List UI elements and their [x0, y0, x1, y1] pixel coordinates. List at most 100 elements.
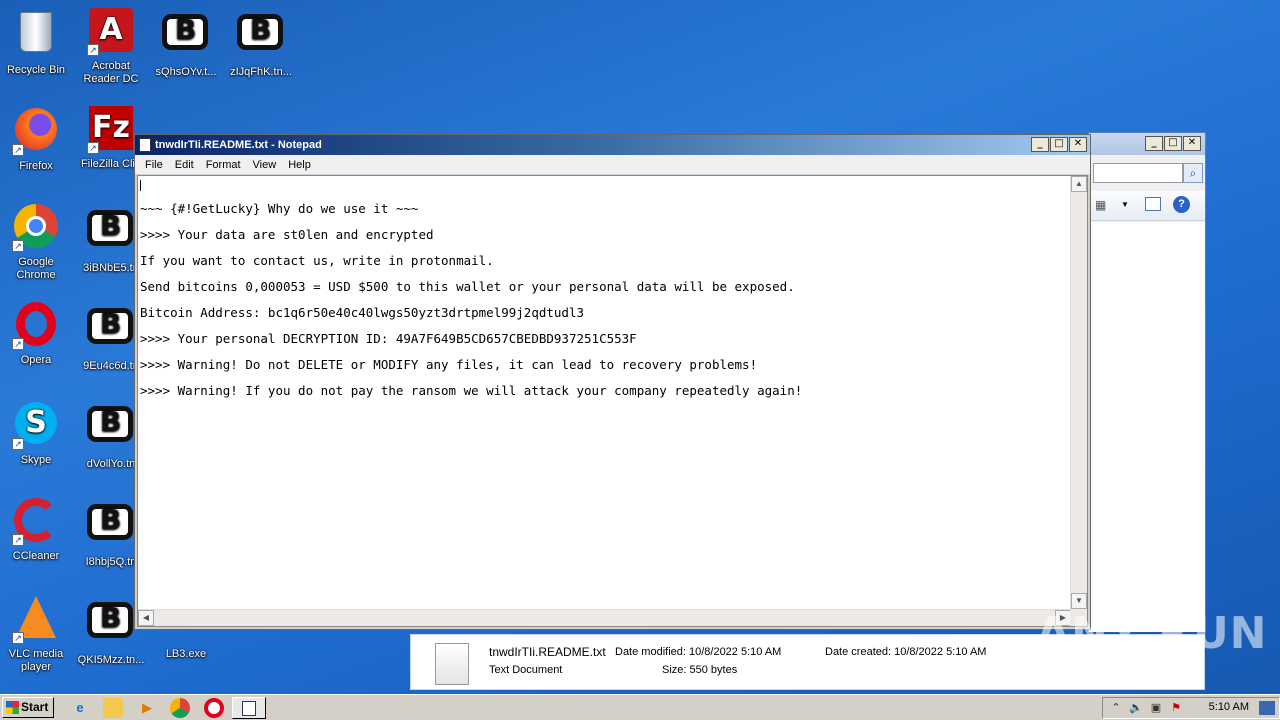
notepad-icon	[242, 701, 256, 716]
acrobat-icon: A ↗	[87, 8, 135, 56]
desktop-icon-label: Firefox	[19, 160, 53, 172]
filezilla-icon: Fz ↗	[87, 106, 135, 154]
search-input[interactable]	[1093, 163, 1183, 183]
desktop-icon-ccleaner[interactable]: ↗ CCleaner	[0, 498, 72, 563]
system-tray: ⌃ 🔈 ▣ ⚑ 5:10 AM	[1102, 697, 1280, 719]
desktop-icon-firefox[interactable]: ↗ Firefox	[0, 106, 72, 173]
details-created: Date created: 10/8/2022 5:10 AM	[825, 646, 987, 658]
text-line: >>>> Your personal DECRYPTION ID: 49A7F6…	[140, 331, 637, 346]
shortcut-arrow-icon: ↗	[12, 144, 24, 156]
horizontal-scrollbar[interactable]: ◀ ▶	[138, 609, 1071, 626]
minimize-icon[interactable]: _	[1145, 136, 1163, 151]
vertical-scrollbar[interactable]: ▲ ▼	[1070, 176, 1087, 609]
chrome-icon[interactable]	[170, 698, 190, 718]
text-line: >>>> Your data are st0len and encrypted	[140, 227, 434, 242]
notepad-window[interactable]: tnwdIrTIi.README.txt - Notepad _ □ ✕ Fil…	[134, 134, 1091, 630]
desktop-icon-label: CCleaner	[12, 550, 60, 562]
lb3-file-icon	[237, 13, 285, 62]
shortcut-arrow-icon: ↗	[87, 44, 99, 56]
explorer-content-pane	[1089, 222, 1205, 632]
text-editor-area[interactable]: ~~~ {#!GetLucky} Why do we use it ~~~ >>…	[137, 175, 1088, 627]
desktop-icon-acrobat[interactable]: A ↗ Acrobat Reader DC	[75, 8, 147, 86]
menu-edit[interactable]: Edit	[169, 159, 200, 171]
minimize-icon[interactable]: _	[1031, 137, 1049, 152]
lb3-file-icon	[87, 405, 135, 454]
explorer-window[interactable]: _ □ ✕ ⌕ ▦ ▼ ?	[1088, 132, 1206, 632]
close-icon[interactable]: ✕	[1069, 137, 1087, 152]
text-document-icon	[435, 643, 469, 685]
text-line: Send bitcoins 0,000053 = USD $500 to thi…	[140, 279, 795, 294]
desktop-icon-vlc[interactable]: ↗ VLC media player	[0, 596, 72, 674]
document-text: ~~~ {#!GetLucky} Why do we use it ~~~ >>…	[140, 176, 1070, 606]
chrome-icon: ↗	[12, 204, 60, 252]
text-line: >>>> Warning! Do not DELETE or MODIFY an…	[140, 357, 758, 372]
start-button[interactable]: Start	[2, 697, 54, 718]
notepad-icon	[139, 138, 151, 152]
desktop-icon-file[interactable]: sQhsOYv.t...	[150, 8, 222, 79]
desktop-icon-label: Google Chrome	[16, 256, 56, 281]
desktop-icon-label: sQhsOYv.t...	[155, 66, 217, 78]
search-icon[interactable]: ⌕	[1183, 163, 1203, 183]
menu-bar: File Edit Format View Help	[135, 155, 1090, 174]
text-line: >>>> Warning! If you do not pay the rans…	[140, 383, 803, 398]
desktop-icon-label: zIJqFhK.tn...	[230, 66, 292, 78]
explorer-window-controls: _ □ ✕	[1145, 136, 1201, 151]
notepad-window-controls: _ □ ✕	[1031, 137, 1087, 152]
media-player-icon[interactable]: ▶	[137, 698, 157, 718]
internet-explorer-icon[interactable]: e	[70, 698, 90, 718]
scroll-left-icon[interactable]: ◀	[138, 610, 154, 626]
details-modified: Date modified: 10/8/2022 5:10 AM	[615, 646, 782, 658]
details-type: Text Document	[489, 664, 563, 676]
scroll-up-icon[interactable]: ▲	[1071, 176, 1087, 192]
menu-format[interactable]: Format	[200, 159, 247, 171]
shortcut-arrow-icon: ↗	[87, 142, 99, 154]
opera-icon: ↗	[12, 302, 60, 350]
taskbar: Start e ▶ ⌃ 🔈 ▣ ⚑ 5:10 AM	[0, 694, 1280, 720]
volume-icon[interactable]: 🔈	[1129, 701, 1143, 715]
action-center-icon[interactable]: ⚑	[1169, 701, 1183, 715]
desktop-icon-file[interactable]: zIJqFhK.tn...	[225, 8, 297, 79]
lb3-file-icon	[87, 601, 135, 650]
skype-icon: S ↗	[12, 402, 60, 450]
shortcut-arrow-icon: ↗	[12, 240, 24, 252]
maximize-icon[interactable]: □	[1164, 136, 1182, 151]
scroll-down-icon[interactable]: ▼	[1071, 593, 1087, 609]
lb3-file-icon	[87, 307, 135, 356]
windows-flag-icon	[6, 701, 19, 714]
desktop-icon-recycle-bin[interactable]: Recycle Bin	[0, 8, 72, 77]
shortcut-arrow-icon: ↗	[12, 632, 24, 644]
network-icon[interactable]: ▣	[1149, 701, 1163, 715]
folder-icon[interactable]	[103, 698, 123, 718]
help-icon[interactable]: ?	[1173, 196, 1190, 213]
lb3-file-icon	[87, 209, 135, 258]
desktop-icon-lb3-exe[interactable]: LB3.exe	[150, 632, 222, 661]
close-icon[interactable]: ✕	[1183, 136, 1201, 151]
chevron-down-icon[interactable]: ▼	[1121, 200, 1129, 209]
desktop-icon-skype[interactable]: S ↗ Skype	[0, 400, 72, 467]
details-size: Size: 550 bytes	[662, 664, 738, 676]
text-line: ~~~ {#!GetLucky} Why do we use it ~~~	[140, 201, 419, 216]
desktop-icon-chrome[interactable]: ↗ Google Chrome	[0, 204, 72, 282]
preview-pane-icon[interactable]	[1145, 197, 1161, 211]
maximize-icon[interactable]: □	[1050, 137, 1068, 152]
notepad-titlebar[interactable]: tnwdIrTIi.README.txt - Notepad _ □ ✕	[135, 135, 1090, 155]
ccleaner-icon: ↗	[12, 498, 60, 546]
desktop-icon-label: Recycle Bin	[6, 64, 66, 76]
text-line: Bitcoin Address: bc1q6r50e40c40lwgs50yzt…	[140, 305, 585, 320]
opera-icon[interactable]	[204, 698, 224, 718]
clock[interactable]: 5:10 AM	[1209, 701, 1249, 713]
menu-help[interactable]: Help	[282, 159, 317, 171]
menu-view[interactable]: View	[247, 159, 283, 171]
recycle-bin-icon	[12, 12, 60, 60]
desktop-icon-label: Acrobat Reader DC	[83, 60, 139, 85]
view-options-icon[interactable]: ▦	[1095, 198, 1106, 212]
menu-file[interactable]: File	[139, 159, 169, 171]
desktop-icon-opera[interactable]: ↗ Opera	[0, 302, 72, 367]
anyrun-watermark: ANY RUN	[1036, 608, 1268, 659]
taskbar-notepad-button[interactable]	[232, 697, 266, 719]
explorer-titlebar[interactable]: _ □ ✕	[1089, 133, 1205, 155]
explorer-toolbar: ▦ ▼ ?	[1089, 191, 1205, 221]
chevron-up-icon[interactable]: ⌃	[1109, 701, 1123, 715]
shortcut-arrow-icon: ↗	[12, 338, 24, 350]
show-desktop-icon[interactable]	[1259, 701, 1275, 715]
